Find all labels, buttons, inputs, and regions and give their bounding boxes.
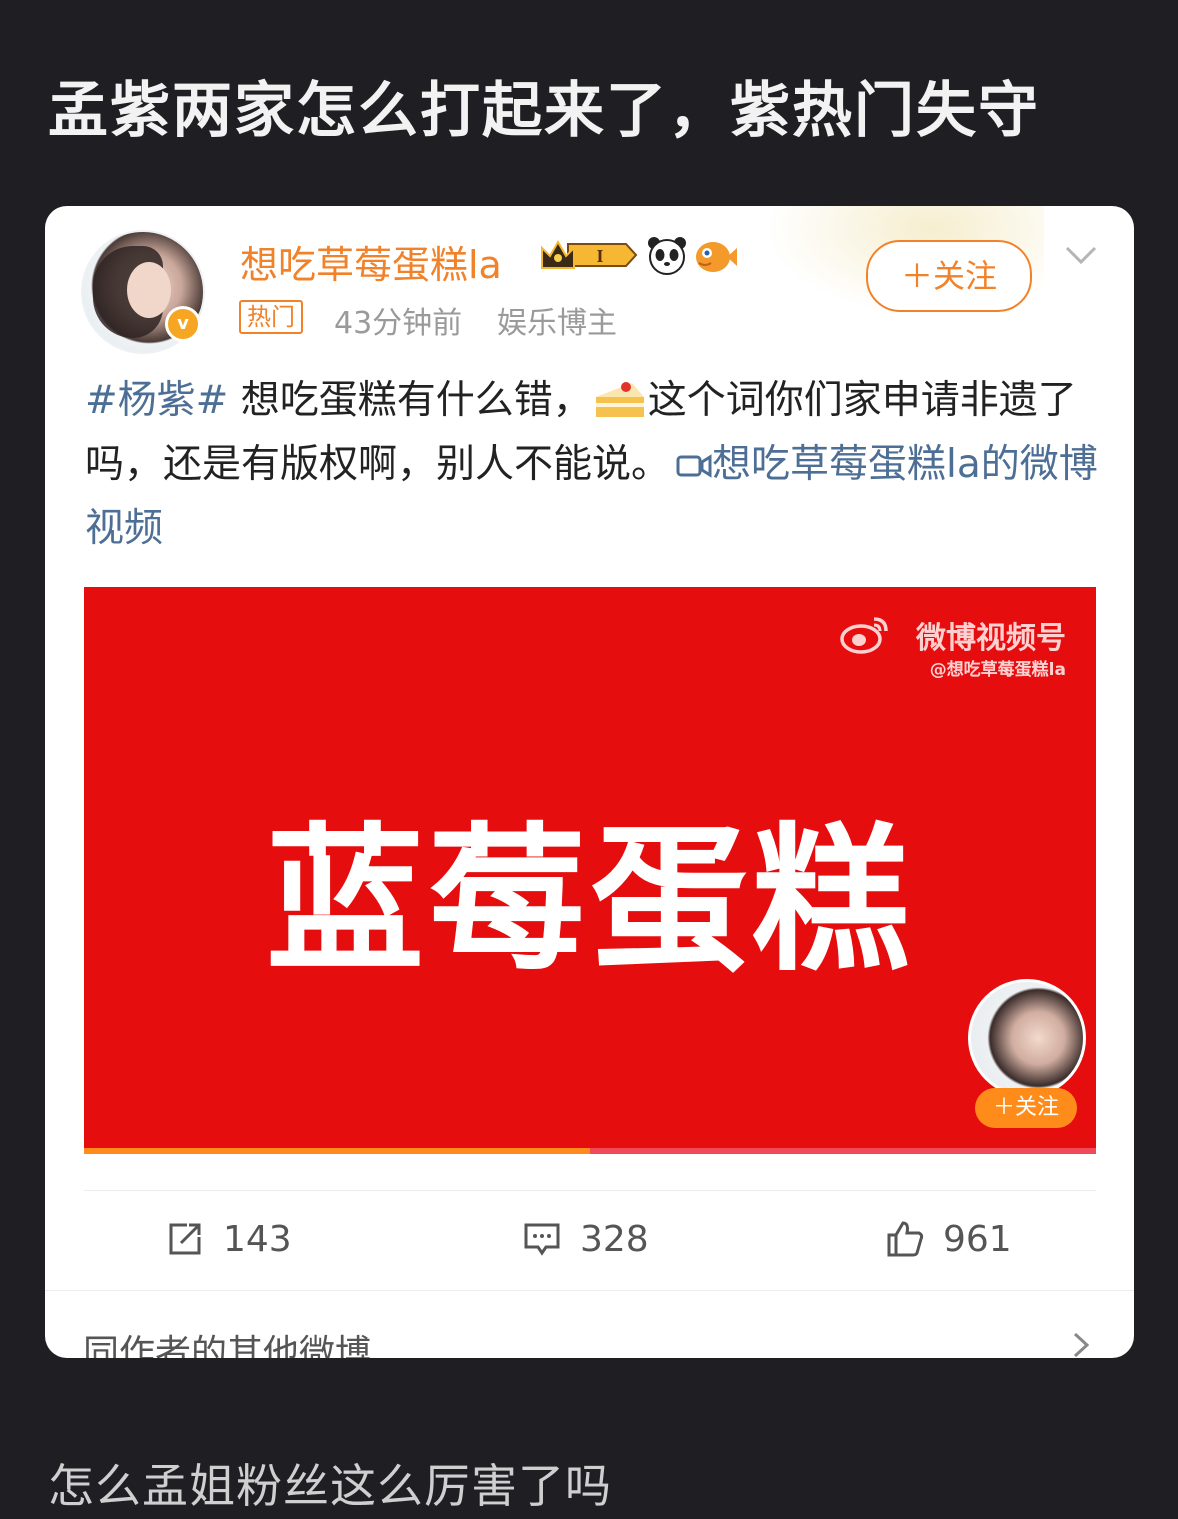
crown-badge-icon: I <box>541 239 638 269</box>
video-icon <box>676 454 712 478</box>
repost-count: 143 <box>223 1218 292 1260</box>
hot-tag: 热门 <box>239 300 303 334</box>
panda-icon <box>648 237 686 275</box>
weibo-post-card[interactable]: v 想吃草莓蛋糕la I 热门 43分钟前 娱乐博主 ＋关注 #杨紫# 想吃蛋糕… <box>45 206 1134 1358</box>
video-caption: 蓝莓蛋糕 <box>266 809 914 993</box>
like-button[interactable]: 961 <box>885 1216 1012 1262</box>
repost-icon <box>169 1223 201 1255</box>
video-progress-bar[interactable] <box>84 1148 1096 1154</box>
post-title: 孟紫两家怎么打起来了，紫热门失守 <box>48 76 1040 146</box>
verified-badge-icon: v <box>165 306 201 342</box>
more-from-author-link[interactable]: 同作者的其他微博 <box>83 1324 371 1358</box>
comment-text: 怎么孟姐粉丝这么厉害了吗 <box>48 1459 612 1513</box>
weibo-logo-icon <box>840 617 888 654</box>
post-body: #杨紫# 想吃蛋糕有什么错， 这个词你们家申请非遗了吗，还是有版权啊，别人不能说。… <box>85 369 1105 561</box>
page: 孟紫两家怎么打起来了，紫热门失守 v 想吃草莓蛋糕la I 热门 43分钟前 娱… <box>0 0 1178 1519</box>
chevron-down-icon[interactable] <box>1063 236 1099 272</box>
username[interactable]: 想吃草莓蛋糕la <box>240 234 502 289</box>
video-player[interactable]: 微博视频号 @想吃草莓蛋糕la 蓝莓蛋糕 ＋关注 <box>84 587 1096 1154</box>
comment-count: 328 <box>580 1218 649 1260</box>
badge-level: I <box>596 246 603 266</box>
comment-icon <box>524 1223 560 1256</box>
video-follow-button[interactable]: ＋关注 <box>975 1088 1077 1128</box>
follow-button[interactable]: ＋关注 <box>866 240 1032 312</box>
video-progress-fill <box>84 1148 590 1154</box>
chevron-right-icon[interactable] <box>1069 1328 1093 1358</box>
comment-button[interactable]: 328 <box>522 1216 649 1262</box>
post-time: 43分钟前 <box>334 306 463 341</box>
post-text-part1: 想吃蛋糕有什么错， <box>228 378 592 423</box>
cake-icon <box>595 382 644 417</box>
fish-icon <box>696 242 737 272</box>
video-brand: 微博视频号 <box>916 621 1066 656</box>
video-handle: @想吃草莓蛋糕la <box>929 660 1066 680</box>
hashtag-link[interactable]: #杨紫# <box>85 378 228 423</box>
repost-button[interactable]: 143 <box>165 1216 292 1262</box>
like-count: 961 <box>943 1218 1012 1260</box>
divider <box>84 1190 1096 1191</box>
video-avatar[interactable] <box>968 979 1086 1097</box>
divider <box>45 1290 1134 1291</box>
user-tag: 娱乐博主 <box>497 306 617 341</box>
like-icon <box>887 1221 924 1257</box>
